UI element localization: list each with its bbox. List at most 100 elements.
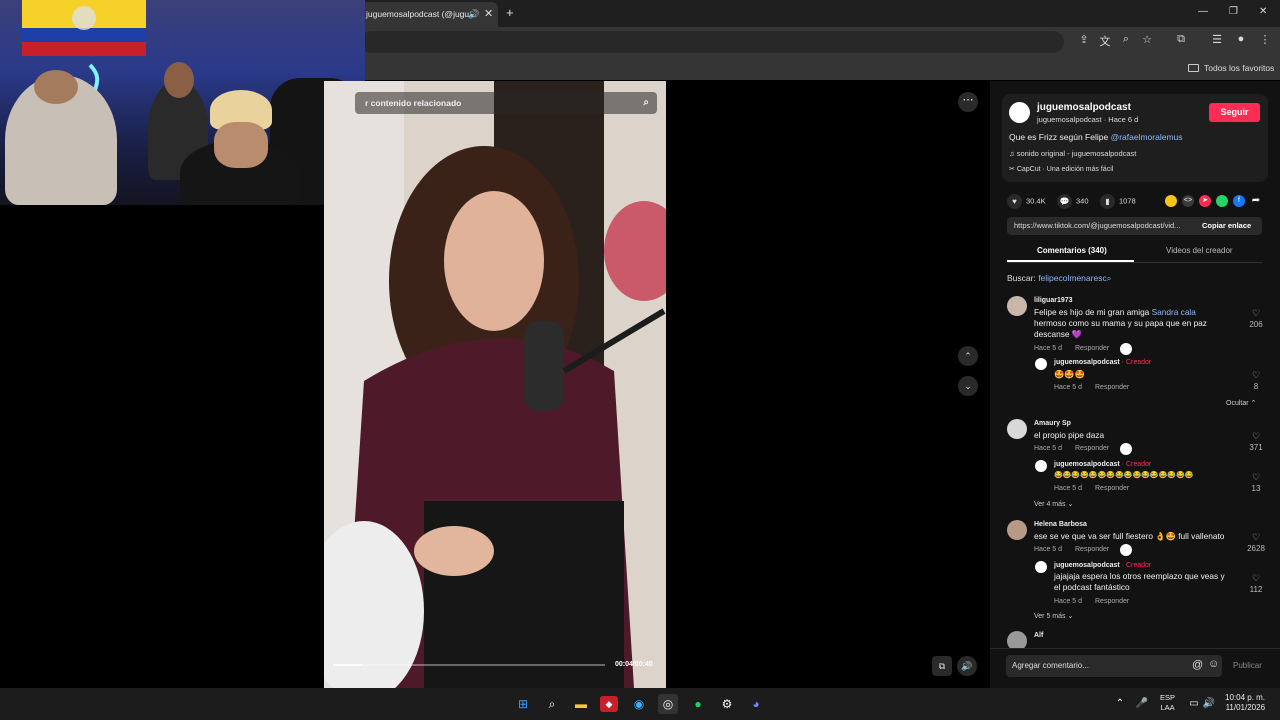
save-button[interactable]: ▮ 1078 [1100, 194, 1136, 209]
extensions-icon[interactable]: ⧉ [1173, 33, 1189, 46]
comment-username[interactable]: Amaury Sp [1034, 420, 1071, 427]
minimize-icon[interactable]: — [1198, 6, 1208, 17]
reading-list-icon[interactable]: ☰ [1209, 33, 1225, 46]
comment-username[interactable]: liliguar1973 [1034, 297, 1073, 304]
hide-replies-button[interactable]: Ocultar ⌃ [1226, 399, 1256, 407]
facebook-icon[interactable]: f [1233, 195, 1245, 207]
all-bookmarks-button[interactable]: Todos los favoritos [1188, 57, 1274, 79]
reply-like-icon[interactable]: ♡ [1246, 573, 1266, 584]
share-icon[interactable]: ➦ [1250, 195, 1262, 207]
zoom-icon[interactable]: ⌕ [1118, 33, 1134, 46]
translate-icon[interactable]: 文 [1097, 33, 1113, 49]
coin-share-icon[interactable] [1165, 195, 1177, 207]
address-bar[interactable] [360, 31, 1064, 53]
chrome-icon[interactable]: ◎ [658, 694, 678, 714]
comment-input[interactable]: Agregar comentario... [1006, 655, 1222, 677]
bookmark-star-icon[interactable]: ☆ [1139, 33, 1155, 46]
publish-button[interactable]: Publicar [1233, 661, 1262, 670]
browser-menu-icon[interactable]: ⋮ [1257, 33, 1273, 46]
profile-icon[interactable]: ● [1233, 33, 1249, 45]
reply-button[interactable]: Responder [1095, 598, 1129, 605]
new-tab-button[interactable]: + [506, 5, 514, 20]
comment-mention[interactable]: Sandra cala [1152, 307, 1196, 317]
whatsapp-icon[interactable] [1216, 195, 1228, 207]
mention-icon[interactable]: @ [1192, 659, 1203, 671]
comment-like-icon[interactable]: ♡ [1246, 532, 1266, 543]
volume-tray-icon[interactable]: 🔊 [1199, 694, 1219, 714]
tab-title: juguemosalpodcast (@jugu [366, 9, 470, 19]
reply-avatar[interactable] [1035, 460, 1047, 472]
search-suggestion-label: Buscar: [1007, 273, 1039, 283]
comment-text: Felipe es hijo de mi gran amiga Sandra c… [1034, 307, 1234, 340]
comment-avatar[interactable] [1007, 296, 1027, 316]
search-icon[interactable]: ⌕ [643, 92, 649, 114]
reply-button[interactable]: Responder [1075, 345, 1109, 352]
emoji-icon[interactable]: ☺ [1208, 658, 1219, 670]
comment-username[interactable]: Alf [1034, 632, 1043, 639]
send-icon[interactable]: ➤ [1199, 195, 1211, 207]
system-clock[interactable]: 10:04 p. m. 11/01/2026 [1225, 693, 1265, 713]
edge-icon[interactable]: ◉ [629, 694, 649, 714]
install-app-icon[interactable]: ⇪ [1076, 33, 1092, 46]
floating-player-icon[interactable]: ⧉ [932, 656, 952, 676]
reply-button[interactable]: Responder [1095, 384, 1129, 391]
language-indicator[interactable]: ESP LAA [1160, 693, 1175, 713]
creator-name[interactable]: juguemosalpodcast [1037, 102, 1131, 113]
spotify-icon[interactable]: ● [688, 694, 708, 714]
reply-button[interactable]: Responder [1095, 485, 1129, 492]
comment-like-icon[interactable]: ♡ [1246, 308, 1266, 319]
close-tab-icon[interactable]: ✕ [484, 2, 493, 27]
creator-avatar[interactable] [1009, 102, 1030, 123]
tray-chevron-icon[interactable]: ⌃ [1110, 694, 1130, 714]
person-right-head [214, 122, 268, 168]
view-more-replies-button[interactable]: Ver 4 más ⌄ [1034, 500, 1073, 508]
search-suggestion-icon: ⌕ [1106, 273, 1112, 283]
video-player[interactable] [324, 81, 666, 688]
next-video-icon[interactable]: ⌄ [958, 376, 978, 396]
settings-icon[interactable]: ⚙ [717, 694, 737, 714]
more-options-icon[interactable]: ⋯ [958, 92, 978, 112]
comment-like-icon[interactable]: ♡ [1246, 431, 1266, 442]
caption-mention-link[interactable]: @rafaelmoralemus [1111, 132, 1183, 142]
video-link[interactable]: https://www.tiktok.com/@juguemosalpodcas… [1014, 221, 1194, 230]
reply-like-icon[interactable]: ♡ [1246, 370, 1266, 381]
reply-avatar[interactable] [1035, 561, 1047, 573]
video-progress-bar[interactable] [333, 664, 605, 666]
tab-comments[interactable]: Comentarios (340) [1037, 246, 1107, 255]
sound-link[interactable]: ♫ sonido original - juguemosalpodcast [1009, 149, 1136, 158]
file-explorer-icon[interactable]: ▬ [571, 694, 591, 714]
view-more-replies-button[interactable]: Ver 5 más ⌄ [1034, 612, 1073, 620]
speaker-icon[interactable]: 🔊 [468, 2, 479, 27]
start-icon[interactable]: ⊞ [513, 694, 533, 714]
restore-icon[interactable]: ❐ [1229, 6, 1238, 17]
previous-video-icon[interactable]: ⌃ [958, 346, 978, 366]
tab-creator-videos[interactable]: Videos del creador [1166, 246, 1233, 255]
browser-tab[interactable]: juguemosalpodcast (@jugu 🔊 ✕ [358, 2, 498, 27]
reply-button[interactable]: Responder [1075, 546, 1109, 553]
follow-button[interactable]: Seguir [1209, 103, 1260, 122]
like-button[interactable]: ♥ 30.4K [1007, 194, 1046, 209]
close-window-icon[interactable]: ✕ [1259, 6, 1267, 17]
reply-username[interactable]: juguemosalpodcast · Creador [1054, 359, 1151, 366]
related-content-search[interactable]: r contenido relacionado ⌕ [355, 92, 657, 114]
reply-button[interactable]: Responder [1075, 445, 1109, 452]
creator-liked-icon [1120, 443, 1132, 455]
search-icon[interactable]: ⌕ [542, 694, 562, 714]
discord-icon[interactable]: ◕ [746, 694, 766, 714]
comment-avatar[interactable] [1007, 520, 1027, 540]
embed-icon[interactable]: <> [1182, 195, 1194, 207]
comment-avatar[interactable] [1007, 419, 1027, 439]
volume-icon[interactable]: 🔊 [957, 656, 977, 676]
microphone-icon[interactable]: 🎤 [1132, 694, 1152, 714]
sound-label: sonido original - juguemosalpodcast [1016, 149, 1137, 158]
reply-username[interactable]: juguemosalpodcast · Creador [1054, 461, 1151, 468]
comment-username[interactable]: Helena Barbosa [1034, 521, 1087, 528]
search-suggestion[interactable]: Buscar: felipecolmenaresc⌕ [1007, 273, 1111, 284]
reply-avatar[interactable] [1035, 358, 1047, 370]
capcut-link[interactable]: ✂ CapCut · Una edición más fácil [1009, 165, 1113, 173]
comment-button[interactable]: 💬 340 [1057, 194, 1089, 209]
reply-username[interactable]: juguemosalpodcast · Creador [1054, 562, 1151, 569]
reply-like-icon[interactable]: ♡ [1246, 472, 1266, 483]
app-red-icon[interactable]: ◆ [600, 696, 618, 712]
copy-link-button[interactable]: Copiar enlace [1202, 221, 1251, 230]
